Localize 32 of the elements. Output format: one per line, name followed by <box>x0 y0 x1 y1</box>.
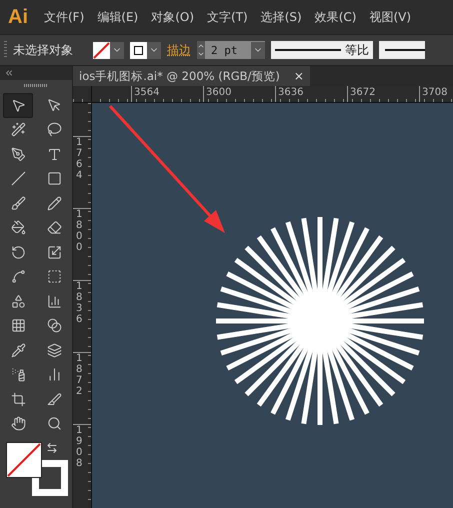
ruler-label: 3600 <box>206 87 232 98</box>
menu-item[interactable]: 视图(V) <box>369 8 412 26</box>
menu-item[interactable]: 选择(S) <box>260 8 302 26</box>
brush-dropdown[interactable] <box>379 41 425 59</box>
menu-item[interactable]: 效果(C) <box>314 8 356 26</box>
decrement-icon[interactable] <box>197 50 205 58</box>
fill-color-swatch[interactable] <box>6 442 42 478</box>
collapse-icon[interactable] <box>4 68 14 78</box>
close-icon[interactable]: × <box>294 69 304 83</box>
menu-item[interactable]: 对象(O) <box>151 8 194 26</box>
document-tab[interactable]: ios手机图标.ai* @ 200% (RGB/预览) × <box>73 66 310 86</box>
ruler-label: 1908 <box>76 425 84 469</box>
stroke-link[interactable]: 描边 <box>167 42 191 58</box>
swap-icon[interactable] <box>46 442 58 454</box>
ruler-label: 3708 <box>422 87 448 98</box>
ruler-label: 3672 <box>350 87 376 98</box>
menu-item[interactable]: 文字(T) <box>207 8 248 26</box>
ruler-label: 1836 <box>76 281 84 325</box>
app-logo: Ai <box>7 6 29 28</box>
stroke-swatch[interactable] <box>130 42 161 58</box>
ruler-label: 1872 <box>76 353 84 397</box>
menu-item[interactable]: 文件(F) <box>44 8 84 26</box>
selection-status: 未选择对象 <box>13 42 73 58</box>
fill-swatch[interactable] <box>93 42 124 58</box>
ruler-label: 1800 <box>76 209 84 253</box>
menu-item[interactable]: 编辑(E) <box>97 8 138 26</box>
width-profile-dropdown[interactable]: 等比 <box>271 41 373 59</box>
ruler-label: 1764 <box>76 137 84 181</box>
increment-icon[interactable] <box>197 42 205 50</box>
ruler-label: 3636 <box>278 87 304 98</box>
ruler-label: 3564 <box>134 87 160 98</box>
stroke-weight-field[interactable]: 2 pt <box>197 41 265 59</box>
